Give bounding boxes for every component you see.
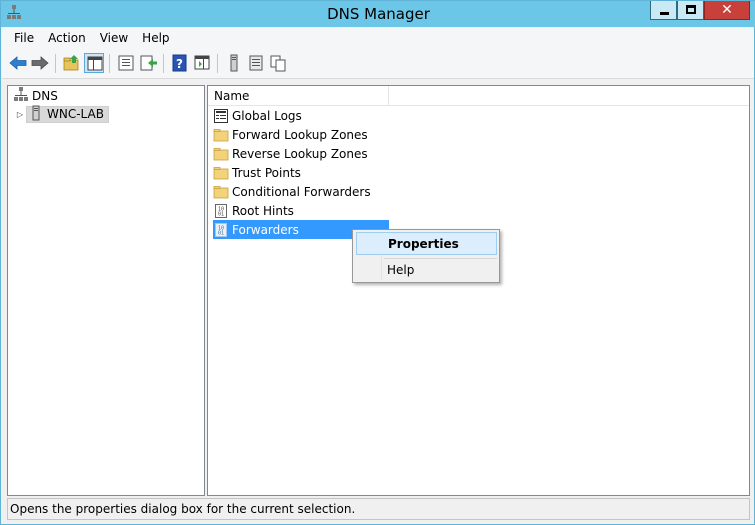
export-list-button[interactable] — [138, 53, 158, 73]
back-arrow-icon — [9, 56, 27, 70]
list-icon — [249, 55, 263, 71]
list-item-label: Conditional Forwarders — [232, 184, 371, 199]
help-icon: ? — [172, 54, 187, 72]
menu-action[interactable]: Action — [41, 28, 93, 49]
server-button[interactable] — [224, 53, 244, 73]
menu-file[interactable]: File — [7, 28, 41, 49]
list-item[interactable]: Trust Points — [213, 163, 389, 182]
list-item-label: Reverse Lookup Zones — [232, 146, 368, 161]
results-list-pane[interactable]: Name Global Logs Forward Lookup Zones Re… — [207, 85, 750, 496]
list-item[interactable]: Conditional Forwarders — [213, 182, 389, 201]
console-tree-pane[interactable]: DNS ▷ WNC-LAB — [7, 85, 205, 496]
log-viewer-icon — [213, 108, 229, 124]
close-button[interactable]: ✕ — [704, 1, 750, 20]
svg-text:?: ? — [176, 57, 183, 71]
forward-button[interactable] — [30, 53, 50, 73]
list-item-label: Global Logs — [232, 108, 302, 123]
list-item-label: Forward Lookup Zones — [232, 127, 368, 142]
help-button[interactable]: ? — [170, 53, 190, 73]
binary-document-icon: 10 01 — [213, 222, 229, 238]
minimize-button[interactable] — [650, 1, 677, 20]
window-title: DNS Manager — [327, 5, 430, 23]
list-view-button[interactable] — [246, 53, 266, 73]
export-list-icon — [140, 55, 157, 71]
up-one-level-button[interactable] — [62, 53, 82, 73]
forward-arrow-icon — [31, 56, 49, 70]
properties-icon — [118, 55, 134, 71]
menu-help[interactable]: Help — [135, 28, 176, 49]
toolbar: ? — [2, 49, 754, 79]
server-icon — [29, 105, 43, 124]
svg-text:01: 01 — [218, 211, 224, 217]
binary-document-icon: 10 01 — [213, 203, 229, 219]
expand-arrow-icon[interactable]: ▷ — [14, 110, 26, 119]
copy-icon — [270, 55, 286, 72]
maximize-button[interactable] — [677, 1, 704, 20]
show-action-pane-icon — [194, 55, 210, 70]
maximize-icon — [686, 5, 696, 14]
menu-bar: File Action View Help — [2, 28, 754, 49]
context-menu-properties[interactable]: Properties — [356, 232, 497, 255]
list-item[interactable]: Global Logs — [213, 106, 389, 125]
folder-icon — [213, 184, 229, 200]
copy-button[interactable] — [268, 53, 288, 73]
list-item[interactable]: Reverse Lookup Zones — [213, 144, 389, 163]
minimize-icon — [660, 12, 669, 15]
list-item[interactable]: 10 01 Root Hints — [213, 201, 389, 220]
toolbar-separator — [109, 54, 110, 73]
window-controls: ✕ — [650, 1, 750, 21]
dns-manager-window: DNS Manager ✕ File Action View Help ? DN… — [0, 0, 755, 525]
folder-icon — [213, 165, 229, 181]
properties-button[interactable] — [116, 53, 136, 73]
list-item-label: Trust Points — [232, 165, 301, 180]
tree-item-label: WNC-LAB — [47, 107, 104, 121]
show-hide-action-pane-button[interactable] — [192, 53, 212, 73]
tree-item-label: DNS — [32, 89, 58, 103]
toolbar-separator — [163, 54, 164, 73]
column-header-filler — [389, 86, 749, 106]
svg-text:01: 01 — [218, 230, 224, 236]
context-menu: Properties Help — [352, 229, 500, 283]
title-bar[interactable]: DNS Manager ✕ — [1, 1, 755, 27]
folder-icon — [213, 127, 229, 143]
dns-tree-icon — [14, 86, 28, 106]
toolbar-separator — [217, 54, 218, 73]
tree-item-wnc-lab[interactable]: ▷ WNC-LAB — [14, 105, 109, 123]
server-icon — [230, 54, 238, 72]
show-console-tree-icon — [87, 56, 103, 71]
list-item[interactable]: Forward Lookup Zones — [213, 125, 389, 144]
close-icon: ✕ — [721, 2, 733, 18]
list-item-label: Forwarders — [232, 222, 299, 237]
toolbar-separator — [55, 54, 56, 73]
context-menu-help[interactable]: Help — [356, 259, 497, 282]
up-folder-icon — [63, 55, 79, 71]
tree-item-dns[interactable]: DNS — [14, 86, 58, 106]
column-header-name[interactable]: Name — [208, 86, 389, 106]
show-hide-console-tree-button[interactable] — [84, 53, 104, 73]
menu-view[interactable]: View — [93, 28, 135, 49]
status-bar: Opens the properties dialog box for the … — [7, 498, 750, 520]
folder-icon — [213, 146, 229, 162]
list-item-label: Root Hints — [232, 203, 294, 218]
tree-item-selected[interactable]: WNC-LAB — [26, 105, 109, 124]
back-button[interactable] — [8, 53, 28, 73]
